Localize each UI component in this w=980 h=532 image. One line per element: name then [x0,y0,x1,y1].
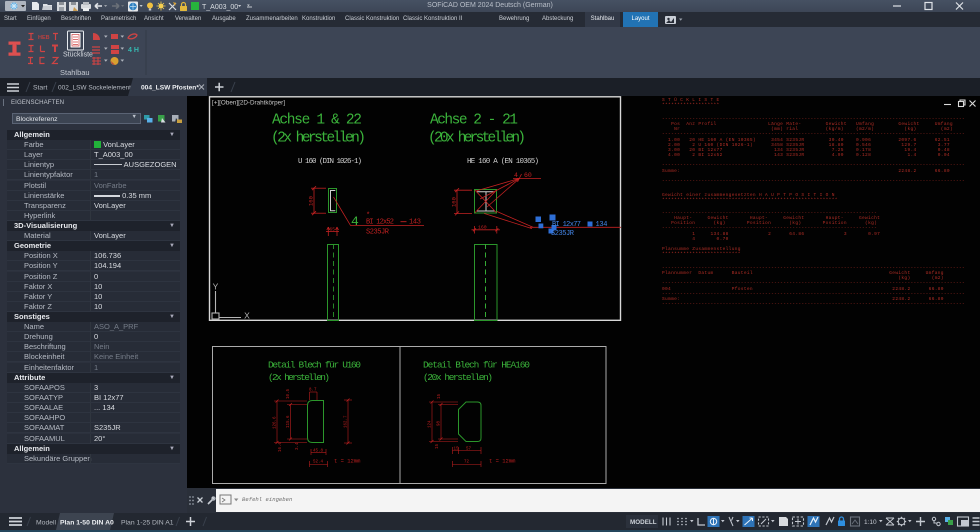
svg-text:(2x herstellen): (2x herstellen) [268,372,330,383]
svg-text:S235JR: S235JR [551,230,575,238]
svg-text:134: 134 [596,221,608,229]
svg-text:160: 160 [451,197,458,207]
svg-text:X: X [244,311,250,321]
svg-text:115.6: 115.6 [287,415,291,428]
svg-text:4: 4 [514,172,518,179]
svg-text:57: 57 [466,448,472,452]
svg-text:Detail Blech für U160: Detail Blech für U160 [268,360,361,371]
svg-text:004_LSW Pfosten*: 004_LSW Pfosten* [141,85,199,92]
svg-text:15: 15 [436,443,440,449]
svg-text:Achse 1 & 22: Achse 1 & 22 [272,113,362,129]
svg-text:BI 12x52: BI 12x52 [366,219,394,227]
svg-text:162.7: 162.7 [345,415,349,428]
svg-text:MODELL: MODELL [630,519,657,526]
svg-text:Stückliste: Stückliste [63,52,93,59]
svg-text:Plan 1-25 DIN A1: Plan 1-25 DIN A1 [121,520,174,527]
svg-text:4: 4 [351,214,359,229]
svg-text:52.4: 52.4 [313,461,324,465]
svg-text:60: 60 [524,172,532,179]
svg-text:Modell: Modell [36,520,57,527]
svg-text:72: 72 [464,461,470,465]
svg-text:126.6: 126.6 [274,416,278,429]
svg-text:Start: Start [33,85,47,92]
svg-text:1:10: 1:10 [864,519,877,526]
svg-text:16.6: 16.6 [279,441,283,452]
svg-text:Y: Y [213,282,219,292]
svg-text:4 H: 4 H [128,47,139,54]
svg-text:65: 65 [330,227,336,233]
svg-text:15: 15 [438,393,442,399]
svg-text:t = 12mm: t = 12mm [334,458,361,465]
svg-text:8.7: 8.7 [309,389,317,393]
svg-text:HEB: HEB [38,35,50,41]
svg-text:98: 98 [438,420,442,426]
svg-text:Achse 2 - 21: Achse 2 - 21 [430,113,518,129]
svg-text:124: 124 [429,420,433,428]
svg-text:160: 160 [478,225,487,231]
svg-text:10.5: 10.5 [287,388,291,399]
svg-text:HE 160 A (EN 10365): HE 160 A (EN 10365) [467,158,539,166]
svg-text:S235JR: S235JR [366,229,390,237]
svg-text:Plan 1-50 DIN A0: Plan 1-50 DIN A0 [60,520,114,527]
svg-text:143: 143 [409,219,421,227]
svg-text:Detail Blech für HEA160: Detail Blech für HEA160 [423,360,530,371]
svg-text:160: 160 [308,196,315,206]
svg-text:U 160 (DIN 1026-1): U 160 (DIN 1026-1) [298,158,362,166]
svg-text:(2x herstellen): (2x herstellen) [271,131,366,147]
svg-text:Stahlbau: Stahlbau [60,68,90,77]
svg-text:15: 15 [454,448,460,452]
svg-text:BI 12x77: BI 12x77 [552,221,581,229]
svg-text:(20x herstellen): (20x herstellen) [423,372,493,383]
svg-text:002_LSW Sockelelemente*: 002_LSW Sockelelemente* [58,85,138,92]
svg-text:3.4: 3.4 [296,442,300,450]
svg-text:(20x herstellen): (20x herstellen) [428,131,526,147]
svg-text:t = 12mm: t = 12mm [489,458,516,465]
svg-text:45.8: 45.8 [313,450,324,454]
svg-text:[+][Oben][2D-Drahtkörper]: [+][Oben][2D-Drahtkörper] [212,100,285,107]
